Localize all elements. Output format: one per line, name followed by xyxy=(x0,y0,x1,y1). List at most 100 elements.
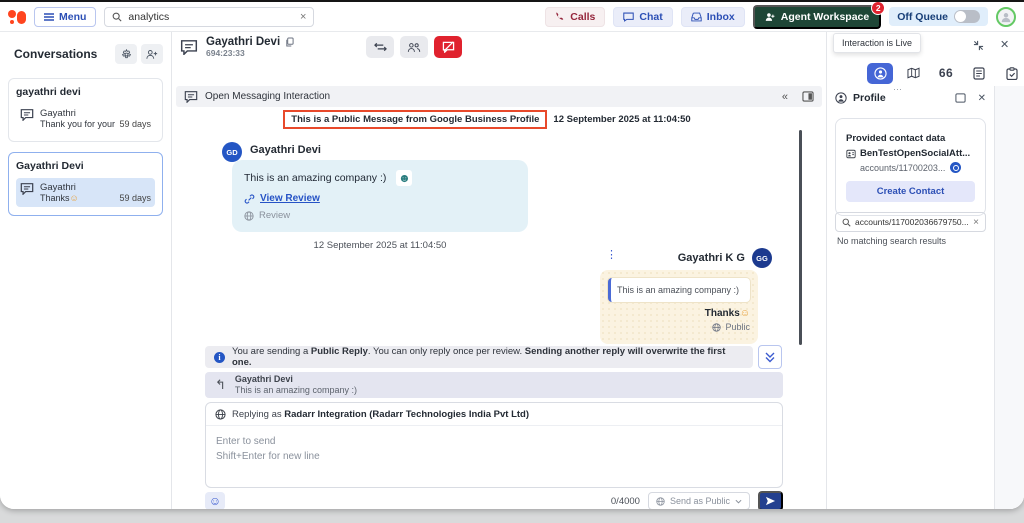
contact-card-title: Provided contact data xyxy=(846,133,975,144)
replying-as-row: Replying as Radarr Integration (Radarr T… xyxy=(206,403,782,426)
user-avatar[interactable] xyxy=(996,7,1016,27)
profile-header: Profile ✕ xyxy=(827,86,994,110)
inbox-button[interactable]: Inbox xyxy=(681,7,745,27)
inbound-message-bubble: This is an amazing company :) ☻ View Rev… xyxy=(232,160,528,232)
replying-as-prefix: Replying as xyxy=(232,409,284,420)
tab-wrapup[interactable] xyxy=(999,63,1024,84)
contact-account: accounts/11700203... xyxy=(860,163,945,173)
account-badge-icon[interactable] xyxy=(950,162,961,173)
outbound-quoted-text: This is an amazing company :) xyxy=(608,278,750,302)
message-composer: Replying as Radarr Integration (Radarr T… xyxy=(205,402,783,488)
quotes-icon: 66 xyxy=(939,66,953,80)
outbound-channel: Public xyxy=(608,322,750,332)
agent-workspace-window: Menu × Calls Chat Inbox Agent Workspace xyxy=(0,2,1024,509)
panel-layout-icon[interactable] xyxy=(802,91,814,102)
chevron-double-down-icon xyxy=(765,352,775,363)
conversation-age: 59 days xyxy=(119,119,151,129)
tab-journey[interactable] xyxy=(900,63,926,84)
contact-search[interactable]: × xyxy=(835,212,986,232)
queue-toggle[interactable] xyxy=(954,10,980,23)
phone-icon xyxy=(555,12,565,22)
review-emoji: ☻ xyxy=(396,170,412,186)
message-input[interactable]: Enter to send Shift+Enter for new line xyxy=(206,426,782,487)
inbound-channel: Review xyxy=(244,210,516,221)
search-clear-icon[interactable]: × xyxy=(300,11,306,23)
char-counter: 0/4000 xyxy=(611,496,640,507)
contact-search-clear-icon[interactable]: × xyxy=(973,217,979,228)
right-panel: ✕ Interaction is Live 66 Tools ⋯ xyxy=(826,32,1024,509)
transcript-header: Open Messaging Interaction « xyxy=(176,86,822,107)
outbound-message-bubble: This is an amazing company :) Thanks☺ Pu… xyxy=(600,270,758,344)
conversation-contact: Gayathri xyxy=(40,182,151,193)
global-search[interactable]: × xyxy=(104,7,314,27)
composer-placeholder-line1: Enter to send xyxy=(216,434,772,449)
outbound-avatar: GG xyxy=(752,248,772,268)
globe-icon xyxy=(712,323,721,332)
message-icon xyxy=(20,108,34,121)
off-queue-label: Off Queue xyxy=(897,11,948,23)
outbound-channel-label: Public xyxy=(725,322,750,332)
close-interaction-icon[interactable]: ✕ xyxy=(1000,40,1009,51)
collapse-notice-button[interactable] xyxy=(758,345,782,369)
create-contact-button[interactable]: Create Contact xyxy=(846,181,975,202)
contact-card-icon xyxy=(846,149,856,159)
inbound-sender-name: Gayathri Devi xyxy=(250,144,321,156)
end-interaction-button[interactable] xyxy=(434,36,462,58)
off-queue-control: Off Queue xyxy=(889,7,988,26)
menu-button[interactable]: Menu xyxy=(34,7,96,27)
global-search-input[interactable] xyxy=(128,11,294,23)
end-chat-icon xyxy=(442,41,455,53)
tab-responses[interactable]: 66 xyxy=(933,63,959,84)
conversation-group-name: Gayathri Devi xyxy=(16,160,155,172)
view-review-link[interactable]: View Review xyxy=(244,193,516,204)
menu-label: Menu xyxy=(59,11,86,23)
contact-name-row: BenTestOpenSocialAtt... xyxy=(846,148,975,159)
reply-quote-sender: Gayathri Devi xyxy=(235,374,357,385)
gear-icon xyxy=(121,49,132,60)
close-profile-icon[interactable]: ✕ xyxy=(978,93,986,104)
profile-icon xyxy=(835,92,847,104)
search-icon xyxy=(842,218,851,227)
tab-profile[interactable] xyxy=(867,63,893,84)
conversation-contact: Gayathri xyxy=(40,108,151,119)
contact-search-input[interactable] xyxy=(855,217,969,227)
conversation-card[interactable]: gayathri devi Gayathri Thank you for you… xyxy=(8,78,163,142)
add-conversation-button[interactable] xyxy=(141,44,163,64)
smiley-emoji: ☺ xyxy=(70,193,79,203)
agent-workspace-button[interactable]: Agent Workspace 2 xyxy=(753,5,882,29)
outbound-message-text: Thanks☺ xyxy=(608,308,750,319)
people-icon xyxy=(407,42,421,53)
inbound-timestamp: 12 September 2025 at 11:04:50 xyxy=(232,240,528,251)
send-as-dropdown[interactable]: Send as Public xyxy=(648,492,750,509)
inbound-avatar: GD xyxy=(222,142,242,162)
collapse-left-icon[interactable]: « xyxy=(782,91,788,103)
agent-workspace-label: Agent Workspace xyxy=(781,11,870,23)
chat-button[interactable]: Chat xyxy=(613,7,672,27)
info-icon: i xyxy=(214,352,225,363)
message-banner-row: This is a Public Message from Google Bus… xyxy=(172,110,802,129)
contact-data-card: Provided contact data BenTestOpenSocialA… xyxy=(835,118,986,216)
transcript-scrollbar[interactable] xyxy=(799,130,802,345)
popout-icon[interactable] xyxy=(955,93,966,103)
interaction-panel: Gayathri Devi 694:23:33 Open Messaging I xyxy=(172,32,826,509)
conversation-card-selected[interactable]: Gayathri Devi Gayathri Thanks☺ 59 days xyxy=(8,152,163,216)
transcript-title: Open Messaging Interaction xyxy=(205,91,330,102)
composer-placeholder-line2: Shift+Enter for new line xyxy=(216,449,772,464)
copy-icon[interactable] xyxy=(285,37,294,47)
inbox-icon xyxy=(691,12,702,22)
send-button[interactable] xyxy=(758,491,783,509)
clipboard-check-icon xyxy=(1006,67,1018,80)
transfer-button[interactable] xyxy=(366,36,394,58)
calls-button[interactable]: Calls xyxy=(545,7,605,27)
emoji-picker-button[interactable]: ☺ xyxy=(205,492,225,509)
send-as-label: Send as Public xyxy=(670,496,730,506)
conversation-settings-button[interactable] xyxy=(115,44,137,64)
notes-icon xyxy=(973,67,985,80)
minimize-icon[interactable] xyxy=(973,40,984,51)
consult-button[interactable] xyxy=(400,36,428,58)
tools-rail xyxy=(994,86,1024,509)
journey-map-icon xyxy=(907,67,920,79)
tab-notes[interactable] xyxy=(966,63,992,84)
send-plane-icon xyxy=(765,496,776,506)
interaction-contact-name: Gayathri Devi xyxy=(206,36,280,49)
